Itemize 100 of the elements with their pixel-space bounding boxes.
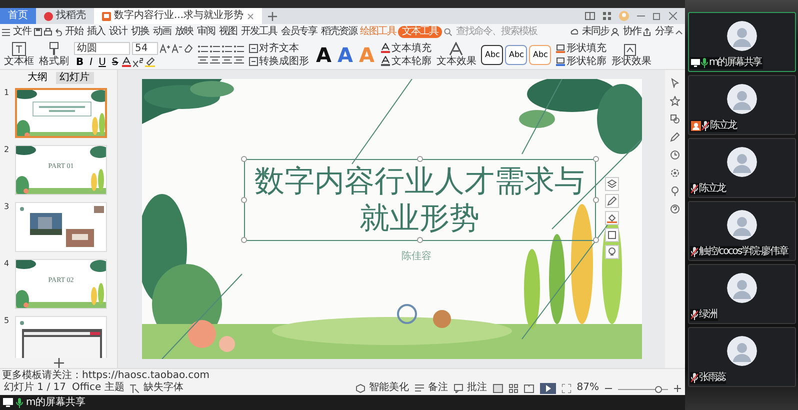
convert-button[interactable]: 转换成图形	[249, 56, 309, 66]
participant-tile[interactable]: 陈立龙	[688, 75, 796, 135]
file-menu[interactable]: 文件	[12, 26, 32, 38]
collapse-icon[interactable]	[675, 29, 683, 35]
menu-tab[interactable]: 动画	[152, 26, 172, 38]
pen-icon[interactable]	[670, 132, 680, 142]
list-icon[interactable]	[198, 44, 208, 54]
resize-handle[interactable]	[592, 156, 598, 162]
pin-icon[interactable]	[670, 186, 680, 196]
participant-tile[interactable]: 触控/cocos学院-廖伟章	[688, 201, 796, 261]
panel-tab[interactable]: 幻灯片	[56, 72, 94, 84]
menu-tab[interactable]: 会员专享	[280, 26, 318, 38]
menu-tab[interactable]: 设计	[108, 26, 128, 38]
format-painter-button[interactable]: 格式刷	[39, 42, 69, 67]
zoom-level[interactable]: 87%	[576, 382, 599, 394]
format-button[interactable]: I	[88, 56, 95, 68]
text-style-button[interactable]: A	[335, 44, 355, 66]
font-dropdown[interactable]: 幼圆	[74, 42, 130, 54]
resize-handle[interactable]	[592, 197, 598, 203]
font-size-dropdown[interactable]: 54	[132, 42, 158, 54]
zoom-in-icon[interactable]	[674, 384, 681, 392]
superscript-icon[interactable]	[133, 58, 144, 66]
list-icon[interactable]	[234, 44, 244, 54]
search-field[interactable]: 查找命令、搜索模板	[444, 26, 540, 38]
frame-button[interactable]	[604, 228, 618, 242]
highlight-icon[interactable]	[145, 57, 156, 67]
resize-handle[interactable]	[240, 156, 246, 162]
align-icon[interactable]	[222, 56, 232, 64]
resize-handle[interactable]	[416, 156, 422, 162]
layers-button[interactable]	[604, 177, 618, 191]
normal-view-icon[interactable]	[492, 384, 503, 392]
missing-fonts-button[interactable]: 缺失字体	[130, 382, 184, 394]
pen-button[interactable]	[604, 194, 618, 208]
resize-handle[interactable]	[240, 197, 246, 203]
shape-style-button[interactable]: Abc	[481, 44, 504, 64]
align-icon[interactable]	[234, 56, 244, 64]
star-icon[interactable]	[670, 96, 680, 106]
participant-tile[interactable]: 绿洲	[688, 264, 796, 324]
text-effect-button[interactable]: 文本效果	[436, 42, 476, 67]
menu-tab[interactable]: 开发工具	[240, 26, 278, 38]
notes-text[interactable]: 更多模板请关注：https://haosc.taobao.com	[0, 368, 685, 381]
layout-icon[interactable]	[585, 12, 595, 20]
toolbar-action[interactable]: 分享	[643, 26, 673, 38]
participant-tile[interactable]: 张雨蕊	[688, 327, 796, 387]
clock-icon[interactable]	[670, 150, 680, 160]
format-button[interactable]: S	[110, 56, 120, 68]
comments-button[interactable]: 批注	[454, 382, 487, 394]
participant-tile[interactable]: 陈立龙	[688, 138, 796, 198]
print-icon[interactable]	[44, 28, 52, 36]
shape-style-button[interactable]: Abc	[505, 44, 528, 64]
list-icon[interactable]	[222, 44, 232, 54]
resize-handle[interactable]	[592, 237, 598, 243]
beautify-button[interactable]: 智能美化	[356, 382, 409, 394]
shrink-font-icon[interactable]	[172, 44, 182, 52]
settings-icon[interactable]	[670, 168, 680, 178]
text-fill-button[interactable]: 文本填充	[381, 42, 432, 54]
menu-icon[interactable]	[2, 28, 10, 36]
shape-style-button[interactable]: Abc	[529, 44, 552, 64]
add-slide-button[interactable]	[54, 358, 64, 368]
grid-view-icon[interactable]	[508, 384, 518, 392]
undo-icon[interactable]	[54, 28, 62, 36]
menu-tab[interactable]: 插入	[86, 26, 106, 38]
menu-tab[interactable]: 切换	[130, 26, 150, 38]
grow-font-icon[interactable]	[160, 44, 170, 52]
align-icon[interactable]	[198, 56, 208, 64]
font-color-icon[interactable]	[122, 57, 132, 67]
save-icon[interactable]	[34, 28, 42, 36]
menu-tab[interactable]: 开始	[64, 26, 84, 38]
cursor-icon[interactable]	[670, 78, 680, 88]
panel-tab[interactable]: 大纲	[24, 72, 52, 84]
tab[interactable]: 找稻壳	[36, 8, 94, 24]
toolbar-action[interactable]: 协作	[611, 26, 641, 38]
close-icon[interactable]	[669, 12, 677, 20]
toolbar-action[interactable]: 未同步	[570, 26, 609, 38]
text-outline-button[interactable]: 文本轮廓	[381, 56, 432, 66]
resize-handle[interactable]	[416, 237, 422, 243]
shape-effect-button[interactable]: 形状效果	[611, 42, 652, 67]
eraser-icon[interactable]	[184, 44, 193, 52]
menu-tab[interactable]: 放映	[174, 26, 194, 38]
shape-outline-button[interactable]: 形状轮廓	[556, 56, 606, 66]
shape-icon[interactable]	[670, 114, 680, 124]
grid-icon[interactable]	[603, 12, 611, 20]
text-box-button[interactable]: 文本框	[4, 42, 34, 67]
menu-tab[interactable]: 稻壳资源	[320, 26, 358, 38]
slider-thumb[interactable]	[654, 386, 662, 393]
fill-button[interactable]	[604, 211, 618, 225]
reading-view-icon[interactable]	[524, 384, 534, 392]
resize-handle[interactable]	[240, 237, 246, 243]
list-icon[interactable]	[210, 44, 220, 54]
menu-tab[interactable]: 视图	[218, 26, 238, 38]
align-text-button[interactable]: 对齐文本	[249, 42, 309, 54]
tab[interactable]: 首页	[0, 8, 36, 24]
tab[interactable]: 数字内容行业...求与就业形势	[94, 8, 262, 24]
help-icon[interactable]	[670, 204, 680, 214]
new-tab-icon[interactable]	[268, 12, 277, 20]
notes-button[interactable]: 备注	[414, 382, 448, 394]
menu-tab[interactable]: 审阅	[196, 26, 216, 38]
participant-tile[interactable]: m的屏幕共享	[688, 12, 796, 72]
bulb-button[interactable]	[604, 245, 618, 259]
restore-icon[interactable]	[653, 12, 661, 20]
